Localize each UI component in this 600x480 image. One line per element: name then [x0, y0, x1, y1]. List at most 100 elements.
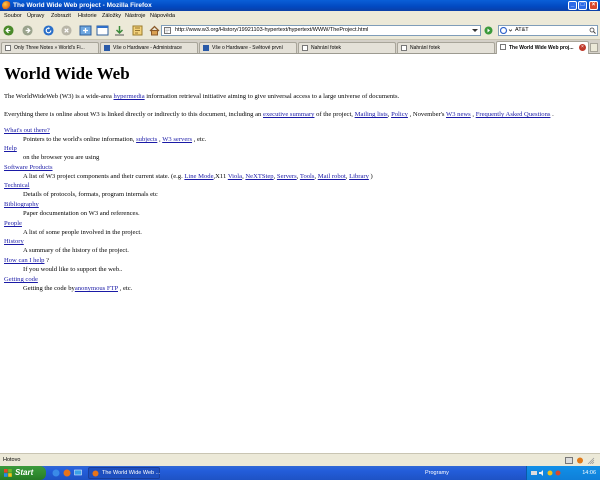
link-tools[interactable]: Tools [300, 173, 315, 180]
reload-button[interactable] [42, 24, 55, 37]
whats-out-description: Pointers to the world's online informati… [23, 135, 206, 144]
close-tab-icon[interactable]: × [579, 44, 586, 51]
taskbar-window-label: The World Wide Web ... [102, 470, 161, 476]
tab-vse-o-hardware-admin[interactable]: Vše o Hardware - Administrace [100, 42, 198, 53]
start-button[interactable]: Start [0, 466, 46, 480]
link-viola[interactable]: Viola [228, 173, 242, 180]
intro-text: information retrieval initiative aiming … [146, 93, 400, 100]
volume-icon[interactable] [539, 470, 545, 476]
link-faq[interactable]: Frequently Asked Questions [476, 111, 551, 118]
maximize-button[interactable]: □ [578, 1, 587, 10]
go-button[interactable] [484, 26, 493, 35]
link-history[interactable]: History [4, 237, 24, 246]
help-out-description: If you would like to support the web.. [23, 266, 123, 273]
clock: 14:06 [582, 470, 596, 476]
link-whats-out-there[interactable]: What's out there? [4, 126, 50, 135]
menu-napoveda[interactable]: Nápověda [150, 12, 175, 20]
stop-button[interactable] [60, 24, 73, 37]
search-input[interactable]: AT&T [515, 26, 529, 35]
home-button[interactable] [148, 24, 161, 37]
download-icon [115, 26, 124, 36]
quicklaunch-ie-icon[interactable] [52, 469, 60, 477]
history-description: A summary of the history of the project. [23, 247, 129, 254]
link-bibliography[interactable]: Bibliography [4, 200, 39, 209]
link-line-mode[interactable]: Line Mode [184, 173, 213, 180]
resize-grip-icon[interactable] [587, 457, 595, 464]
link-anonymous-ftp[interactable]: anonymous FTP [75, 285, 118, 292]
window-title-bar[interactable]: The World Wide Web project - Mozilla Fir… [0, 0, 600, 11]
menu-zobrazit[interactable]: Zobrazit [51, 12, 71, 20]
link-people[interactable]: People [4, 219, 22, 228]
link-nextstep[interactable]: NeXTStep [245, 173, 273, 180]
quicklaunch-firefox-icon[interactable] [63, 469, 71, 477]
home-icon [149, 25, 160, 36]
windows-taskbar: Start The World Wide Web ... Programy 14… [0, 466, 600, 480]
desc-text: Getting the code by [23, 285, 75, 292]
bibliography-description: Paper documentation on W3 and references… [23, 210, 140, 217]
tab-vse-o-hardware-svetove[interactable]: Vše o Hardware - Světové první [199, 42, 297, 53]
tab-only-three-notes[interactable]: Only Three Notes » World's Fi... [1, 42, 99, 53]
search-icon[interactable] [589, 27, 596, 34]
quicklaunch-desktop-icon[interactable] [74, 469, 82, 477]
security-icon[interactable] [565, 457, 573, 464]
menu-soubor[interactable]: Soubor [4, 12, 22, 20]
windows-logo-icon [4, 469, 12, 477]
tray-antivirus-icon[interactable] [555, 470, 561, 476]
back-button[interactable] [2, 24, 15, 37]
minimize-button[interactable]: _ [568, 1, 577, 10]
link-w3-servers[interactable]: W3 servers [162, 136, 192, 143]
bookmarks-button[interactable] [131, 24, 144, 37]
link-how-can-i-help[interactable]: How can I help [4, 257, 44, 264]
intro-text: The WorldWideWeb (W3) is a wide-area [4, 93, 112, 100]
window-title: The World Wide Web project - Mozilla Fir… [13, 2, 152, 9]
firefox-icon [92, 470, 99, 477]
desc-text: ) [370, 173, 373, 180]
desc-text: , [242, 173, 244, 180]
download-button[interactable] [113, 24, 126, 37]
link-library[interactable]: Library [349, 173, 369, 180]
search-bar[interactable]: AT&T [498, 25, 598, 36]
link-getting-code[interactable]: Getting code [4, 275, 38, 284]
network-icon[interactable] [531, 470, 537, 476]
search-engine-google-icon[interactable] [500, 27, 512, 34]
desc-text: , [314, 173, 317, 180]
tray-app-icon[interactable] [547, 470, 553, 476]
forward-button[interactable] [21, 24, 34, 37]
status-text: Hotovo [3, 457, 21, 463]
menu-nastroje[interactable]: Nástroje [125, 12, 145, 20]
back-arrow-icon [3, 25, 14, 36]
link-executive-summary[interactable]: executive summary [263, 111, 314, 118]
close-button[interactable]: × [589, 1, 598, 10]
programs-toolbar-label[interactable]: Programy [425, 468, 449, 478]
link-subjects[interactable]: subjects [136, 136, 157, 143]
open-window-button[interactable] [96, 24, 109, 37]
tab-world-wide-web-project[interactable]: The World Wide Web proj... × [496, 41, 589, 54]
link-mail-robot[interactable]: Mail robot [318, 173, 346, 180]
menu-upravy[interactable]: Úpravy [27, 12, 44, 20]
new-tab-button[interactable] [79, 24, 92, 37]
tab-nahrani-fotek-1[interactable]: Nahrání fotek [298, 42, 396, 53]
menu-zalozky[interactable]: Záložky [102, 12, 121, 20]
address-bar[interactable]: http://www.w3.org/History/19921103-hyper… [161, 25, 481, 36]
summary-text: . [552, 111, 554, 118]
link-hypermedia[interactable]: hypermedia [114, 93, 145, 100]
tab-nahrani-fotek-2[interactable]: Nahrání fotek [397, 42, 495, 53]
link-servers[interactable]: Servers [277, 173, 297, 180]
link-technical[interactable]: Technical [4, 181, 30, 190]
taskbar-firefox-window[interactable]: The World Wide Web ... [88, 467, 160, 479]
reload-icon [43, 25, 54, 36]
link-w3-news[interactable]: W3 news [446, 111, 471, 118]
tab-list-button[interactable] [590, 43, 598, 52]
forward-arrow-icon [22, 25, 33, 36]
summary-text: , November's [409, 111, 445, 118]
link-help[interactable]: Help [4, 144, 17, 153]
desc-text: Pointers to the world's online informati… [23, 136, 135, 143]
addon-icon[interactable] [576, 457, 584, 464]
link-policy[interactable]: Policy [391, 111, 408, 118]
desc-text: ,X11 [213, 173, 227, 180]
link-software-products[interactable]: Software Products [4, 163, 53, 172]
chevron-down-icon[interactable] [472, 29, 478, 32]
link-mailing-lists[interactable]: Mailing lists [355, 111, 388, 118]
summary-text: , [472, 111, 475, 118]
menu-historie[interactable]: Historie [78, 12, 97, 20]
